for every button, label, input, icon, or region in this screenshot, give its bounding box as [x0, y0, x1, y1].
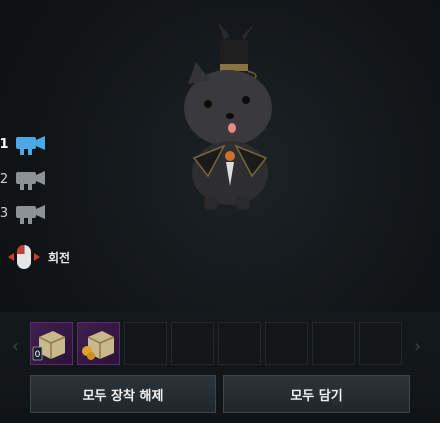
- camera-1-number: 1: [0, 136, 9, 152]
- rotate-hint: 회전: [6, 242, 70, 272]
- item-slot[interactable]: [265, 322, 308, 365]
- item-slot[interactable]: 0: [30, 322, 73, 365]
- item-slot[interactable]: [312, 322, 355, 365]
- gift-box-icon: [82, 331, 115, 360]
- pet-preview[interactable]: [168, 18, 298, 218]
- camera-icon: [16, 205, 45, 224]
- scroll-right-arrow-icon[interactable]: ›: [414, 336, 421, 357]
- scroll-left-arrow-icon[interactable]: ‹: [12, 336, 19, 357]
- camera-2-button[interactable]: 2: [0, 166, 48, 192]
- mouse-drag-icon: [8, 245, 40, 269]
- add-all-button[interactable]: 모두 담기: [223, 375, 410, 413]
- camera-3-button[interactable]: 3: [0, 200, 48, 226]
- unequip-all-button[interactable]: 모두 장착 해제: [30, 375, 216, 413]
- item-slot[interactable]: [359, 322, 402, 365]
- item-slot[interactable]: [77, 322, 120, 365]
- item-slot[interactable]: [218, 322, 261, 365]
- item-slot[interactable]: [171, 322, 214, 365]
- rotate-label: 회전: [48, 250, 71, 265]
- camera-3-number: 3: [0, 205, 9, 221]
- camera-icon: [16, 171, 45, 190]
- slot-badge: 0: [35, 350, 41, 360]
- camera-1-button[interactable]: 1: [0, 131, 48, 157]
- item-slots: 0: [30, 322, 402, 365]
- item-slot[interactable]: [124, 322, 167, 365]
- gift-box-icon: 0: [32, 331, 66, 361]
- camera-2-number: 2: [0, 171, 9, 187]
- camera-icon: [16, 136, 45, 155]
